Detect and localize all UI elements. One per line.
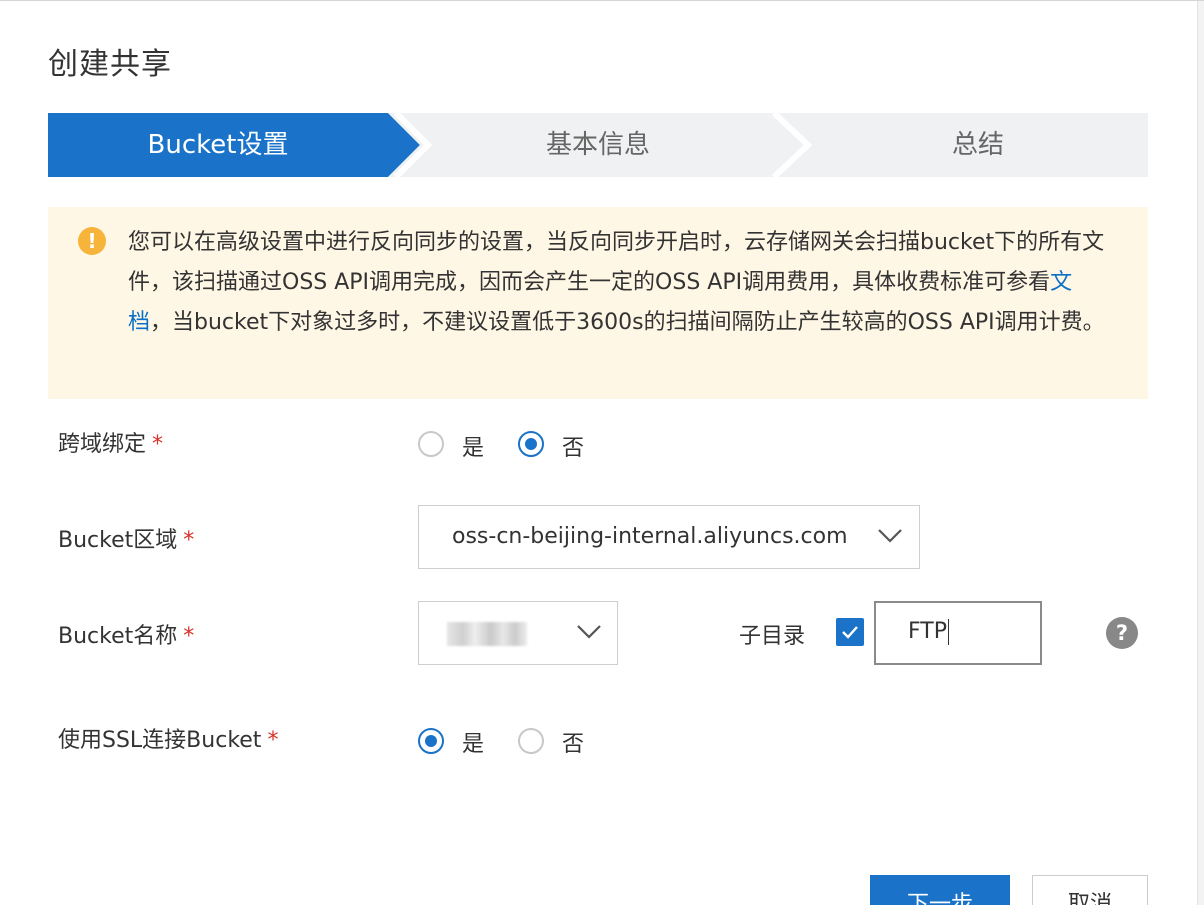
- step-bucket-settings: Bucket设置: [147, 130, 289, 160]
- dialog-title: 创建共享: [48, 47, 172, 82]
- cross-domain-yes-label[interactable]: 是: [462, 430, 484, 462]
- subdir-checkbox[interactable]: [836, 618, 864, 646]
- use-ssl-yes-label[interactable]: 是: [462, 726, 484, 758]
- warning-exclamation-icon: !: [78, 227, 106, 255]
- bucket-name-select[interactable]: [418, 601, 618, 665]
- cross-domain-no-radio[interactable]: [518, 431, 544, 457]
- bucket-region-label: Bucket区域 *: [58, 528, 195, 553]
- chevron-down-icon: [577, 625, 601, 639]
- notice-text-before-link: 您可以在高级设置中进行反向同步的设置，当反向同步开启时，云存储网关会扫描buck…: [128, 230, 1105, 295]
- warning-notice: ! 您可以在高级设置中进行反向同步的设置，当反向同步开启时，云存储网关会扫描bu…: [48, 207, 1148, 399]
- use-ssl-yes-radio[interactable]: [418, 728, 444, 754]
- bucket-name-label: Bucket名称 *: [58, 624, 195, 649]
- help-question-icon[interactable]: ?: [1106, 617, 1138, 649]
- step-summary: 总结: [951, 130, 1004, 160]
- notice-text: 您可以在高级设置中进行反向同步的设置，当反向同步开启时，云存储网关会扫描buck…: [128, 223, 1108, 343]
- required-mark: *: [183, 528, 195, 553]
- bucket-region-select[interactable]: oss-cn-beijing-internal.aliyuncs.com: [418, 505, 920, 569]
- background-window-edge: [1197, 1, 1204, 905]
- cross-domain-label: 跨域绑定 *: [58, 432, 164, 457]
- use-ssl-no-radio[interactable]: [518, 728, 544, 754]
- cross-domain-yes-radio[interactable]: [418, 431, 444, 457]
- use-ssl-no-label[interactable]: 否: [562, 726, 584, 758]
- required-mark: *: [152, 432, 164, 457]
- required-mark: *: [183, 624, 195, 649]
- wizard-steps: Bucket设置 基本信息 总结: [48, 113, 1148, 177]
- required-mark: *: [267, 728, 279, 753]
- check-icon: [842, 626, 858, 639]
- subdir-input[interactable]: FTP: [874, 601, 1042, 665]
- subdir-input-value: FTP: [908, 619, 947, 644]
- cross-domain-no-label[interactable]: 否: [562, 430, 584, 462]
- chevron-down-icon: [878, 529, 902, 543]
- subdir-label: 子目录: [739, 624, 806, 649]
- text-caret: [947, 619, 949, 645]
- next-step-button[interactable]: 下一步: [870, 875, 1010, 905]
- notice-text-after-link: ，当bucket下对象过多时，不建议设置低于3600s的扫描间隔防止产生较高的O…: [150, 310, 1105, 335]
- cancel-button[interactable]: 取消: [1032, 875, 1148, 905]
- create-share-dialog: 创建共享 Bucket设置 基本信息 总结 ! 您可以在高级设置中进行反向同步的…: [0, 0, 1204, 905]
- use-ssl-label: 使用SSL连接Bucket *: [58, 728, 279, 753]
- step-basic-info: 基本信息: [545, 130, 650, 160]
- bucket-name-redacted-value: [447, 622, 527, 646]
- bucket-region-value: oss-cn-beijing-internal.aliyuncs.com: [452, 524, 848, 549]
